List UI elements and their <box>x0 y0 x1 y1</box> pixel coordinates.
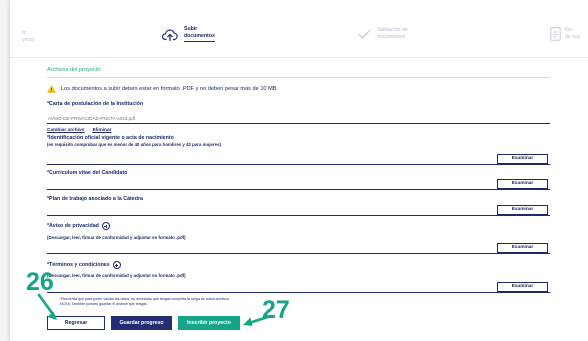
step-fin-registro[interactable]: Fin de reg <box>550 27 580 41</box>
aviso-input-line <box>47 253 550 254</box>
delete-file-link[interactable]: Eliminar <box>93 128 112 133</box>
aviso-browse-button[interactable]: Examinar <box>497 243 548 253</box>
format-warning: Los documentos a subir deben estar en fo… <box>47 85 278 93</box>
completion-note: *Recuerda que para poder validar los dat… <box>60 297 231 301</box>
plus-circle-icon[interactable] <box>101 222 110 230</box>
aviso-hint: (Descargar, leer, firmar de conformidad … <box>47 235 186 240</box>
step-validacion[interactable]: Validación de documentos <box>358 27 408 41</box>
carta-label: *Carta de postulación de la Institución <box>47 101 144 107</box>
identificacion-label: *Identificación oficial vigente o acta d… <box>47 135 174 141</box>
terminos-label-row: *Términos y condiciones <box>47 261 121 269</box>
save-note: NOTA: También puedes guardar el avance q… <box>60 302 148 306</box>
step-subir-label: Subir documentos <box>184 26 215 42</box>
plan-browse-button[interactable]: Examinar <box>497 205 548 215</box>
carta-filename: AVISO-DE-PRIVACIDAD-PNCTA-2016.pdf <box>47 112 550 124</box>
change-file-link[interactable]: Cambiar archivo <box>47 128 85 133</box>
plan-label: *Plan de trabajo asociado a la Cátedra <box>47 196 143 202</box>
curriculum-input-line <box>47 189 550 190</box>
terminos-browse-button[interactable]: Examinar <box>497 282 548 292</box>
terminos-label: *Términos y condiciones <box>47 262 110 268</box>
step-subir-documentos[interactable]: Subir documentos <box>162 26 215 42</box>
curriculum-label: *Curriculum vitae del Candidato <box>47 170 128 176</box>
step-fin-label: Fin de reg <box>565 27 580 40</box>
curriculum-browse-button[interactable]: Examinar <box>497 179 548 189</box>
step-previous[interactable]: In yecto <box>22 30 34 44</box>
identificacion-input-line <box>47 164 550 165</box>
cloud-upload-icon <box>162 29 178 41</box>
aviso-label: *Aviso de privacidad <box>47 223 99 229</box>
identificacion-hint: (es requisito comprobar que es menor de … <box>47 142 221 147</box>
section-title: Archivos del proyecto <box>47 67 101 73</box>
annotation-number-right: 27 <box>262 296 290 324</box>
check-icon <box>358 29 371 39</box>
step-previous-label: In yecto <box>22 30 35 43</box>
plan-input-line <box>47 215 550 216</box>
plus-circle-icon[interactable] <box>112 261 121 269</box>
save-progress-button[interactable]: Guardar progreso <box>111 316 172 330</box>
terminos-input-line <box>47 292 550 293</box>
document-icon <box>550 27 561 41</box>
format-warning-text: Los documentos a subir deben estar en fo… <box>61 86 279 92</box>
submit-project-button[interactable]: Inscribir proyecto <box>178 316 240 330</box>
aviso-label-row: *Aviso de privacidad <box>47 222 110 230</box>
terminos-hint: (Descargar, leer, firmar de conformidad … <box>47 273 186 278</box>
step-validacion-label: Validación de documentos <box>377 27 408 40</box>
annotation-arrow-left <box>37 293 57 320</box>
carta-file-actions: Cambiar archivo Eliminar <box>47 128 112 133</box>
warning-icon <box>47 85 56 93</box>
section-divider <box>47 77 550 78</box>
identificacion-browse-button[interactable]: Examinar <box>497 154 548 164</box>
upload-page-card: In yecto Subir documentos Validación de … <box>10 0 588 341</box>
stepper: In yecto Subir documentos Validación de … <box>10 0 588 58</box>
